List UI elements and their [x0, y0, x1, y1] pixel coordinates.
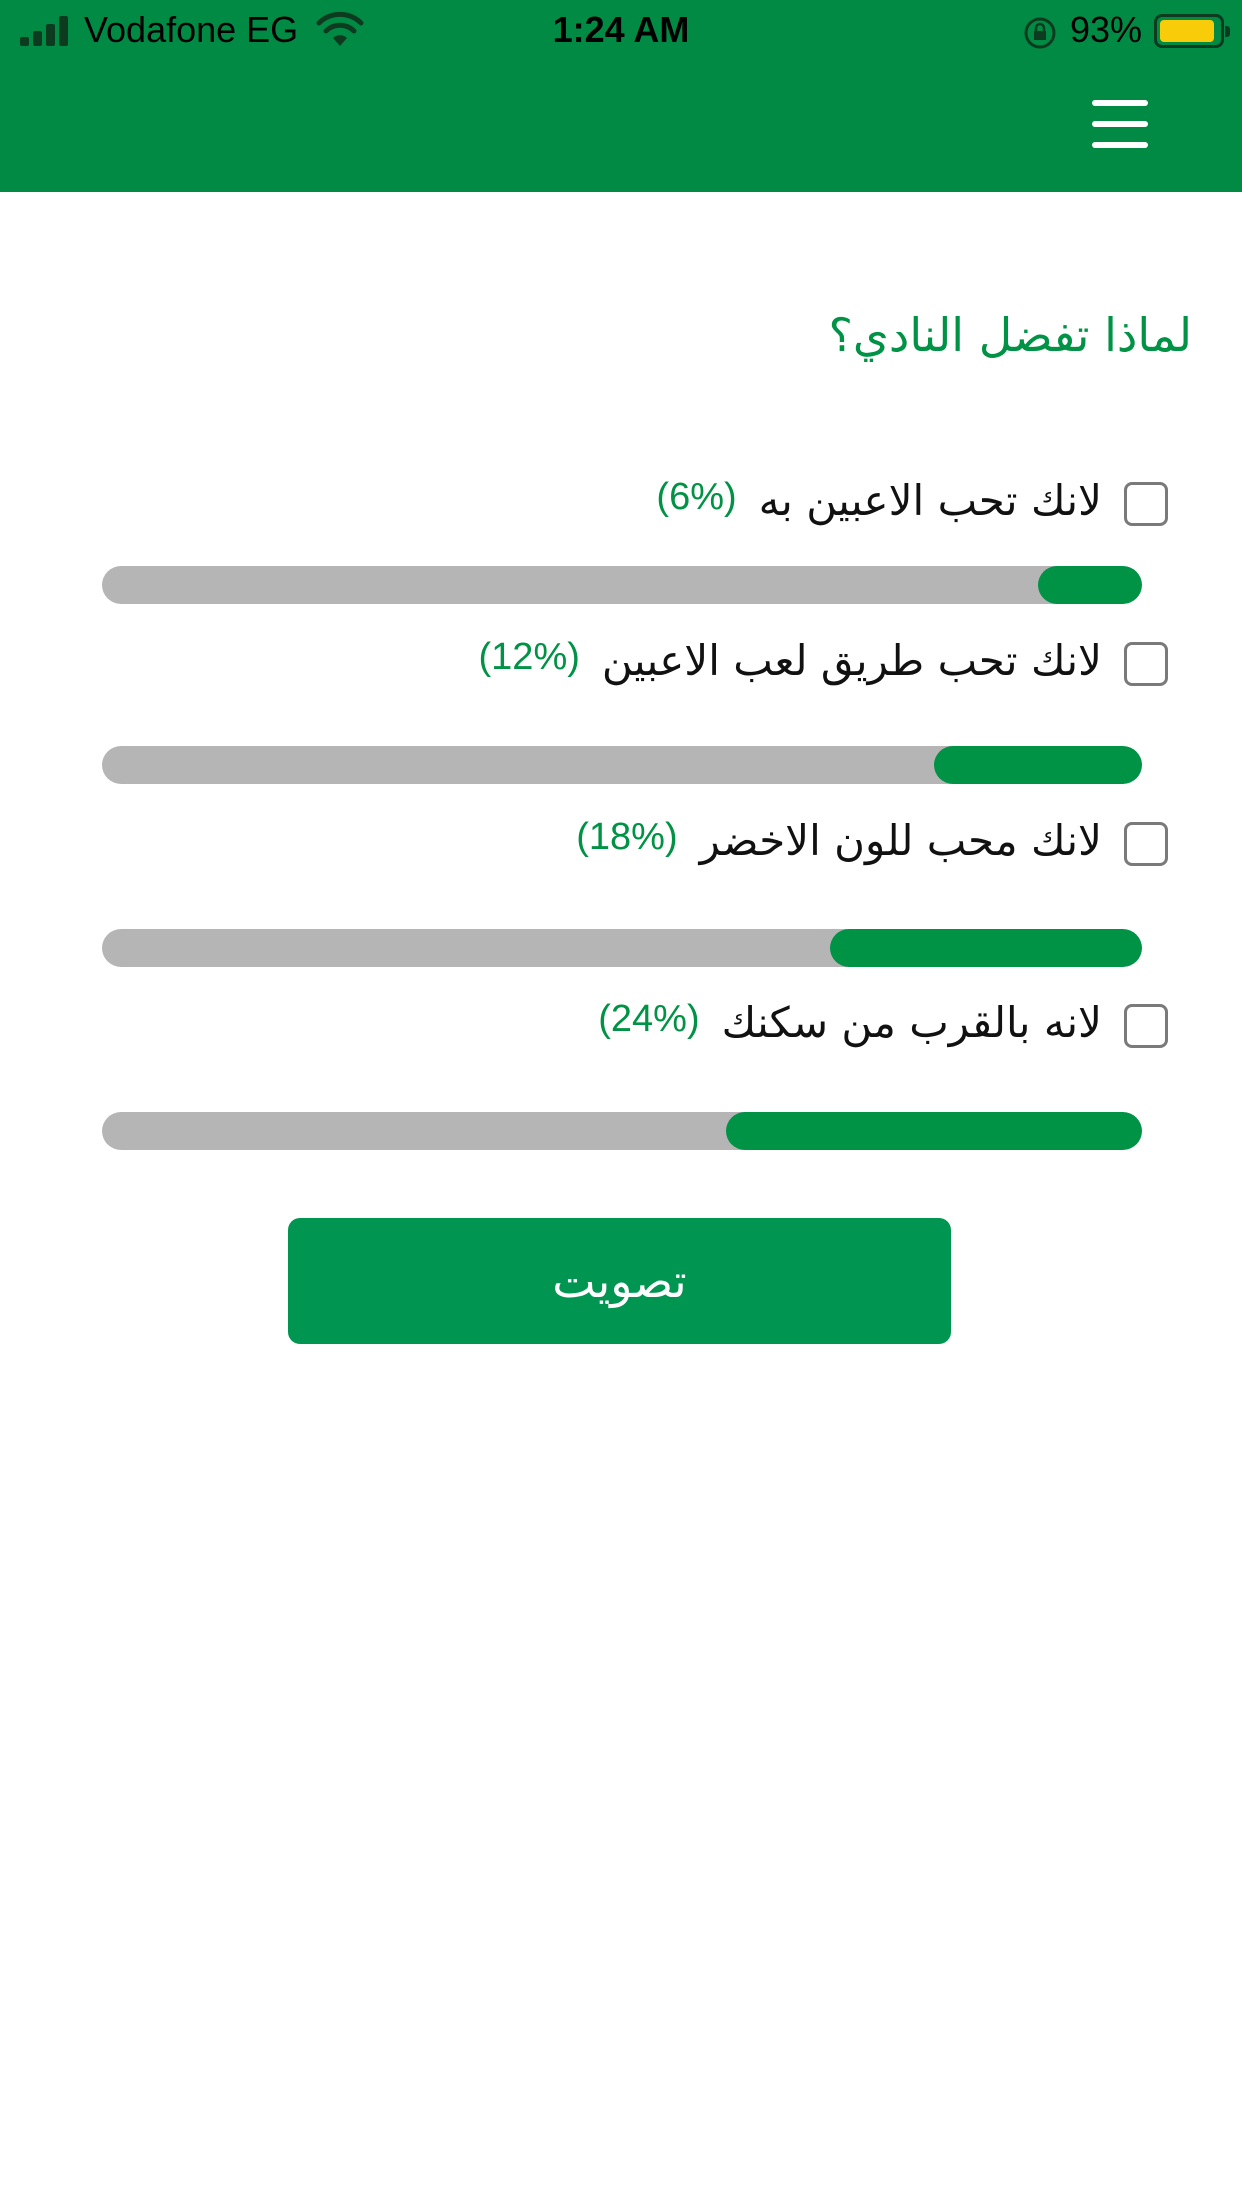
result-bar: [102, 746, 1142, 784]
option-label-wrap: لانك تحب الاعبين به (6%): [656, 476, 1102, 525]
option-percent: (6%): [656, 476, 737, 518]
option-checkbox[interactable]: [1124, 1004, 1168, 1048]
result-bar-fill: [726, 1112, 1142, 1150]
result-bar: [102, 566, 1142, 604]
result-bar-fill: [830, 929, 1142, 967]
result-bar: [102, 1112, 1142, 1150]
option-label-wrap: لانه بالقرب من سكنك (24%): [598, 998, 1102, 1047]
poll-option: لانك محب للون الاخضر (18%): [0, 816, 1242, 876]
poll-question: لماذا تفضل النادي؟: [828, 308, 1192, 362]
battery-percentage: 93%: [1070, 9, 1143, 50]
vote-button[interactable]: تصويت: [288, 1218, 951, 1344]
option-checkbox[interactable]: [1124, 642, 1168, 686]
result-bar-fill: [934, 746, 1142, 784]
option-checkbox[interactable]: [1124, 822, 1168, 866]
app-header: Vodafone EG 1:24 AM 93%: [0, 0, 1242, 192]
status-bar: Vodafone EG 1:24 AM 93%: [0, 0, 1242, 62]
battery-icon: [1154, 14, 1230, 48]
option-label-wrap: لانك تحب طريق لعب الاعبين (12%): [479, 636, 1102, 685]
option-checkbox[interactable]: [1124, 482, 1168, 526]
poll-option: لانك تحب طريق لعب الاعبين (12%): [0, 636, 1242, 696]
option-label-wrap: لانك محب للون الاخضر (18%): [576, 816, 1102, 865]
option-label: لانه بالقرب من سكنك: [721, 998, 1102, 1047]
option-percent: (12%): [478, 636, 580, 678]
hamburger-menu-icon[interactable]: [1092, 100, 1148, 148]
poll-option: لانه بالقرب من سكنك (24%): [0, 998, 1242, 1058]
result-bar-fill: [1038, 566, 1142, 604]
poll-option: لانك تحب الاعبين به (6%): [0, 476, 1242, 536]
option-percent: (18%): [576, 816, 678, 858]
option-percent: (24%): [598, 998, 700, 1040]
option-label: لانك تحب طريق لعب الاعبين: [601, 636, 1102, 685]
option-label: لانك محب للون الاخضر: [699, 816, 1102, 865]
option-label: لانك تحب الاعبين به: [758, 476, 1102, 525]
result-bar: [102, 929, 1142, 967]
rotation-lock-icon: [1024, 17, 1056, 49]
